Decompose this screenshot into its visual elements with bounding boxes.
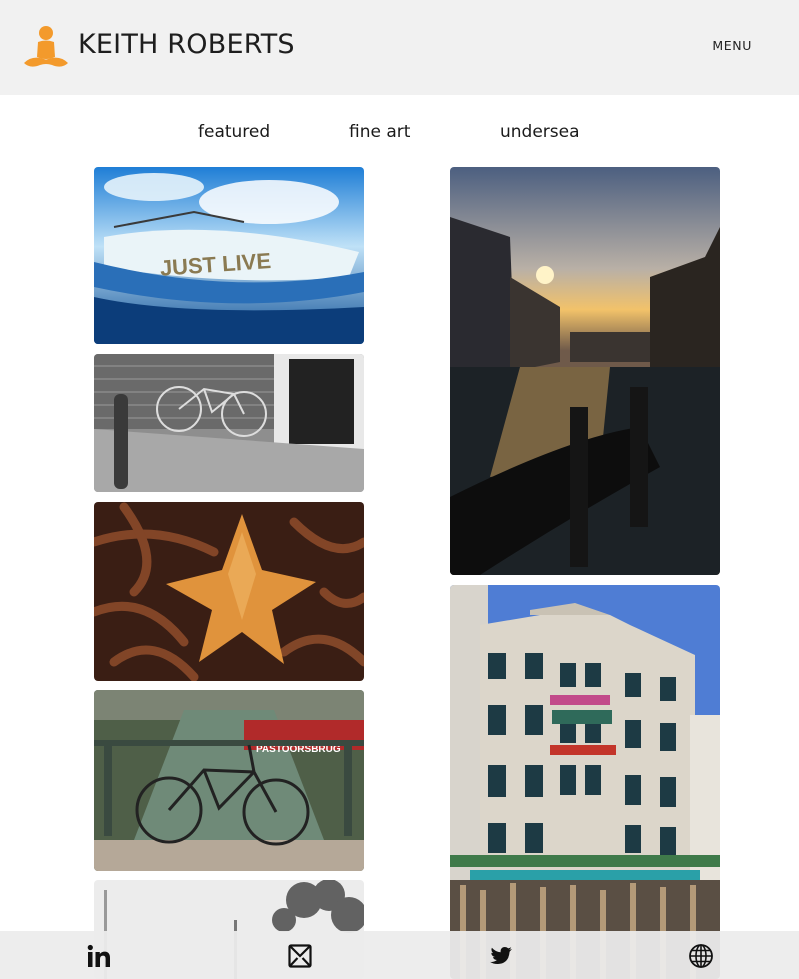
twitter-icon[interactable] xyxy=(488,943,514,969)
linkedin-icon[interactable] xyxy=(86,943,112,969)
photo-boat-reflection[interactable]: JUST LIVE xyxy=(94,167,364,344)
mail-icon[interactable] xyxy=(287,943,313,969)
category-fine-art[interactable]: fine art xyxy=(349,122,410,142)
category-nav: featured fine art undersea xyxy=(0,122,799,146)
social-footer xyxy=(0,931,799,979)
category-featured[interactable]: featured xyxy=(198,122,270,142)
meditating-figure-icon[interactable] xyxy=(22,25,70,70)
photo-canal-sunset-gondola[interactable] xyxy=(450,167,720,575)
photo-starfish-on-coral[interactable] xyxy=(94,502,364,681)
site-header: KEITH ROBERTS MENU xyxy=(0,0,799,95)
category-undersea[interactable]: undersea xyxy=(500,122,580,142)
menu-button[interactable]: MENU xyxy=(712,38,752,53)
photo-venetian-building[interactable] xyxy=(450,585,720,979)
globe-icon[interactable] xyxy=(688,943,714,969)
photo-bicycle-brick-wall[interactable] xyxy=(94,354,364,492)
site-title[interactable]: KEITH ROBERTS xyxy=(78,29,295,60)
photo-bicycle-canal[interactable]: PASTOORSBRUG xyxy=(94,690,364,871)
